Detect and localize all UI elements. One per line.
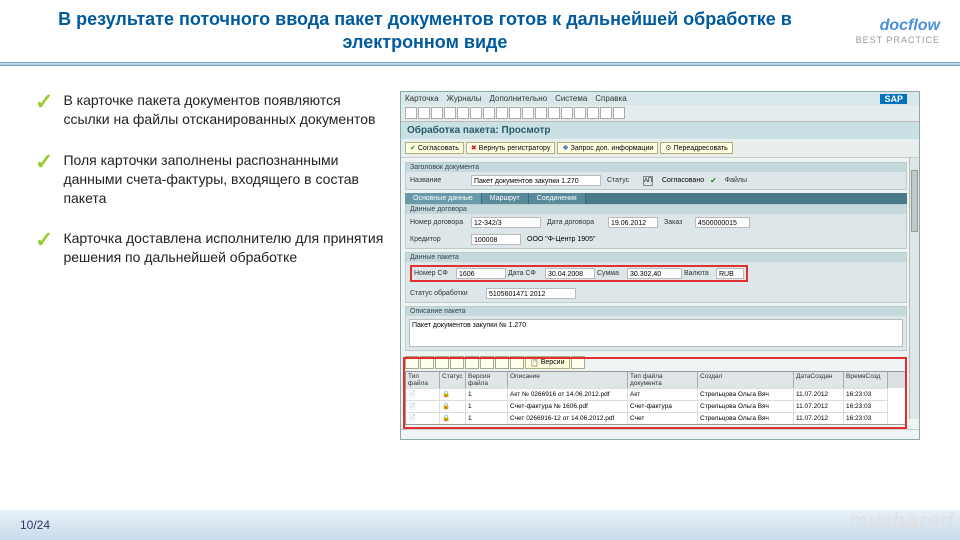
file-tool-icon[interactable] bbox=[510, 356, 524, 369]
check-icon: ✓ bbox=[35, 91, 53, 129]
files-check-icon bbox=[710, 176, 719, 185]
desc-textarea[interactable]: Пакет документов закупки № 1.270 bbox=[409, 319, 903, 347]
tab-route[interactable]: Маршрут bbox=[482, 193, 529, 204]
toolbar-icon[interactable] bbox=[535, 107, 547, 119]
toolbar-icon[interactable] bbox=[483, 107, 495, 119]
files-toolbar: 📋Версии bbox=[405, 354, 907, 371]
toolbar-icon[interactable] bbox=[574, 107, 586, 119]
invoice-num-field[interactable]: 1606 bbox=[456, 268, 506, 279]
sap-body: Заголовок документа Название Пакет докум… bbox=[401, 158, 919, 429]
watermark: myshared bbox=[849, 508, 954, 534]
check-icon: ✓ bbox=[35, 151, 53, 208]
scrollbar[interactable] bbox=[909, 158, 919, 419]
grid-row[interactable]: 📄🔒1Счет-фактура № 1606.pdfСчет-фактураСт… bbox=[406, 400, 906, 412]
bullet-item: ✓Поля карточки заполнены распознанными д… bbox=[35, 151, 385, 208]
toolbar-icon[interactable] bbox=[522, 107, 534, 119]
highlighted-invoice-fields: Номер СФ 1606 Дата СФ 30.04.2008 Сумма 3… bbox=[410, 265, 748, 282]
toolbar-icon[interactable] bbox=[431, 107, 443, 119]
brand-logo: docflow BEST PRACTICE bbox=[830, 17, 940, 45]
slide-header: В результате поточного ввода пакет докум… bbox=[0, 0, 960, 62]
invoice-date-field[interactable]: 30.04.2008 bbox=[545, 268, 595, 279]
proc-status-field[interactable]: 5105601471 2012 bbox=[486, 288, 576, 299]
toolbar-icon[interactable] bbox=[548, 107, 560, 119]
grid-header: Тип файлаСтатусВерсия файлаОписаниеТип ф… bbox=[406, 372, 906, 388]
page-number: 10/24 bbox=[20, 518, 50, 532]
forward-button[interactable]: Переадресовать bbox=[660, 142, 732, 154]
file-tool-icon[interactable] bbox=[465, 356, 479, 369]
tab-main[interactable]: Основные данные bbox=[405, 193, 482, 204]
sap-toolbar[interactable] bbox=[401, 105, 919, 122]
versions-button[interactable]: 📋Версии bbox=[525, 356, 570, 369]
screenshot-panel: КарточкаЖурналыДополнительноСистемаСправ… bbox=[400, 91, 940, 440]
check-icon: ✓ bbox=[35, 229, 53, 267]
grid-row[interactable]: 📄🔒1Акт № 0266916 от 14.06.2012.pdfАктСтр… bbox=[406, 388, 906, 400]
sap-tabs: Основные данные Маршрут Соединения bbox=[405, 193, 907, 204]
slide-content: ✓В карточке пакета документов появляются… bbox=[0, 66, 960, 440]
package-section: Данные пакета Номер СФ 1606 Дата СФ 30.0… bbox=[405, 252, 907, 303]
order-field[interactable]: 4500000015 bbox=[695, 217, 750, 228]
slide-footer: 10/24 bbox=[0, 510, 960, 540]
sap-page-title: Обработка пакета: Просмотр bbox=[401, 122, 919, 139]
file-tool-icon[interactable] bbox=[571, 356, 585, 369]
request-info-button[interactable]: Запрос доп. информации bbox=[557, 142, 658, 154]
contract-num-field[interactable]: 12-342/3 bbox=[471, 217, 541, 228]
file-tool-icon[interactable] bbox=[495, 356, 509, 369]
toolbar-icon[interactable] bbox=[600, 107, 612, 119]
desc-section: Описание пакета Пакет документов закупки… bbox=[405, 306, 907, 351]
name-field[interactable]: Пакет документов закупки 1.270 bbox=[471, 175, 601, 186]
file-tool-icon[interactable] bbox=[450, 356, 464, 369]
sap-window: КарточкаЖурналыДополнительноСистемаСправ… bbox=[400, 91, 920, 440]
toolbar-icon[interactable] bbox=[457, 107, 469, 119]
toolbar-icon[interactable] bbox=[470, 107, 482, 119]
sap-logo: SAP bbox=[880, 94, 907, 104]
toolbar-icon[interactable] bbox=[587, 107, 599, 119]
contract-date-field[interactable]: 19.06.2012 bbox=[608, 217, 658, 228]
file-tool-icon[interactable] bbox=[435, 356, 449, 369]
sap-menubar[interactable]: КарточкаЖурналыДополнительноСистемаСправ… bbox=[401, 92, 919, 105]
sum-field[interactable]: 30.302,40 bbox=[627, 268, 682, 279]
grid-row[interactable]: 📄🔒1Счет 0266916-12 от 14.06.2012.pdfСчет… bbox=[406, 412, 906, 424]
toolbar-icon[interactable] bbox=[561, 107, 573, 119]
toolbar-icon[interactable] bbox=[613, 107, 625, 119]
return-button[interactable]: Вернуть регистратору bbox=[466, 142, 555, 154]
doc-header-section: Заголовок документа Название Пакет докум… bbox=[405, 162, 907, 190]
toolbar-icon[interactable] bbox=[444, 107, 456, 119]
status-code: AП bbox=[643, 176, 653, 186]
approve-button[interactable]: Согласовать bbox=[405, 142, 464, 154]
file-tool-icon[interactable] bbox=[480, 356, 494, 369]
toolbar-icon[interactable] bbox=[418, 107, 430, 119]
contract-section: Данные договора Номер договора 12-342/3 … bbox=[405, 204, 907, 249]
toolbar-icon[interactable] bbox=[405, 107, 417, 119]
file-tool-icon[interactable] bbox=[420, 356, 434, 369]
bullet-panel: ✓В карточке пакета документов появляются… bbox=[0, 91, 400, 440]
currency-field[interactable]: RUB bbox=[716, 268, 744, 279]
toolbar-icon[interactable] bbox=[496, 107, 508, 119]
files-block: 📋Версии Тип файлаСтатусВерсия файлаОписа… bbox=[405, 354, 907, 425]
bullet-item: ✓В карточке пакета документов появляются… bbox=[35, 91, 385, 129]
bullet-item: ✓Карточка доставлена исполнителю для при… bbox=[35, 229, 385, 267]
creditor-field[interactable]: 100008 bbox=[471, 234, 521, 245]
file-tool-icon[interactable] bbox=[405, 356, 419, 369]
toolbar-icon[interactable] bbox=[509, 107, 521, 119]
files-grid: Тип файлаСтатусВерсия файлаОписаниеТип ф… bbox=[405, 371, 907, 425]
sap-action-bar: Согласовать Вернуть регистратору Запрос … bbox=[401, 139, 919, 158]
slide-title: В результате поточного ввода пакет докум… bbox=[20, 8, 830, 55]
sap-statusbar bbox=[401, 429, 919, 439]
tab-links[interactable]: Соединения bbox=[529, 193, 586, 204]
